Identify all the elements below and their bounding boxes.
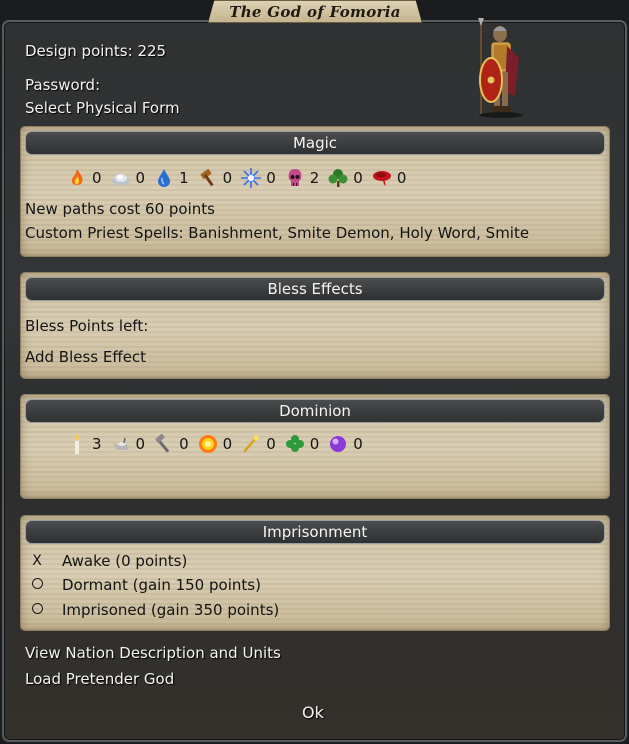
bless-points-left: Bless Points left: — [25, 317, 149, 335]
magic-path-air[interactable]: 0 — [111, 168, 145, 188]
option-dormant[interactable]: Dormant (gain 150 points) — [29, 576, 261, 594]
astral-icon — [241, 168, 262, 188]
orb-icon — [330, 436, 347, 452]
magic-header: Magic — [25, 131, 605, 155]
magic-panel: Magic 0 0 1 0 0 2 0 0 New paths cost 60 … — [21, 127, 609, 256]
scale-productivity[interactable]: 0 — [111, 434, 145, 454]
water-icon — [158, 169, 171, 187]
magic-path-earth[interactable]: 0 — [198, 168, 232, 188]
checked-mark: X — [32, 553, 42, 569]
load-pretender-button[interactable]: Load Pretender God — [25, 670, 174, 688]
blood-icon — [372, 171, 391, 186]
bless-panel: Bless Effects Bless Points left: Add Ble… — [21, 273, 609, 378]
scale-magic[interactable]: 0 — [285, 434, 319, 454]
candle-icon — [75, 434, 79, 454]
imprisonment-panel: Imprisonment X Awake (0 points) Dormant … — [21, 516, 609, 630]
nature-icon — [328, 169, 348, 187]
window-title-tab: The God of Fomoria — [208, 0, 422, 23]
password-button[interactable]: Password: — [25, 76, 100, 94]
add-bless-effect-button[interactable]: Add Bless Effect — [25, 348, 146, 366]
magic-path-fire[interactable]: 0 — [67, 168, 102, 188]
pretender-portrait[interactable] — [467, 18, 533, 118]
option-awake-label: Awake (0 points) — [62, 552, 188, 570]
custom-priest-spells: Custom Priest Spells: Banishment, Smite … — [25, 224, 530, 242]
scale-growth[interactable]: 0 — [198, 434, 232, 454]
magic-path-nature[interactable]: 0 — [328, 168, 363, 188]
magic-path-death[interactable]: 2 — [285, 168, 319, 188]
imprisonment-header: Imprisonment — [25, 520, 605, 544]
radio-icon — [29, 602, 45, 618]
design-points-label: Design points: 225 — [25, 42, 167, 60]
wand-icon — [243, 435, 259, 453]
magic-path-water[interactable]: 1 — [154, 168, 189, 188]
death-icon — [288, 169, 302, 186]
dominion-scales-row: 3 0 0 0 0 0 0 — [67, 434, 372, 454]
magic-paths-row: 0 0 1 0 0 2 0 0 — [67, 168, 415, 188]
window-title: The God of Fomoria — [229, 3, 401, 21]
hammer-icon — [155, 434, 170, 453]
sun-icon — [198, 435, 217, 453]
select-physical-form-button[interactable]: Select Physical Form — [25, 99, 180, 117]
view-nation-button[interactable]: View Nation Description and Units — [25, 644, 281, 662]
earth-icon — [200, 169, 214, 187]
scale-heat[interactable]: 0 — [154, 434, 189, 454]
clover-icon — [285, 435, 304, 452]
option-imprisoned[interactable]: Imprisoned (gain 350 points) — [29, 601, 279, 619]
dominion-header: Dominion — [25, 399, 605, 423]
radio-icon — [29, 577, 45, 593]
dominion-panel: Dominion 3 0 0 0 0 0 0 — [21, 395, 609, 498]
new-paths-cost: New paths cost 60 points — [25, 200, 215, 218]
scale-drain[interactable]: 0 — [328, 434, 363, 454]
scale-luck[interactable]: 0 — [241, 434, 276, 454]
option-dormant-label: Dormant (gain 150 points) — [62, 576, 261, 594]
scale-order[interactable]: 3 — [67, 434, 102, 454]
lamp-icon — [111, 437, 130, 450]
ok-button[interactable]: Ok — [302, 703, 324, 722]
bless-header: Bless Effects — [25, 277, 605, 301]
option-imprisoned-label: Imprisoned (gain 350 points) — [62, 601, 280, 619]
fire-icon — [71, 169, 83, 185]
magic-path-astral[interactable]: 0 — [241, 168, 276, 188]
magic-path-blood[interactable]: 0 — [372, 168, 406, 188]
option-awake[interactable]: X Awake (0 points) — [29, 552, 187, 570]
air-icon — [111, 174, 130, 185]
